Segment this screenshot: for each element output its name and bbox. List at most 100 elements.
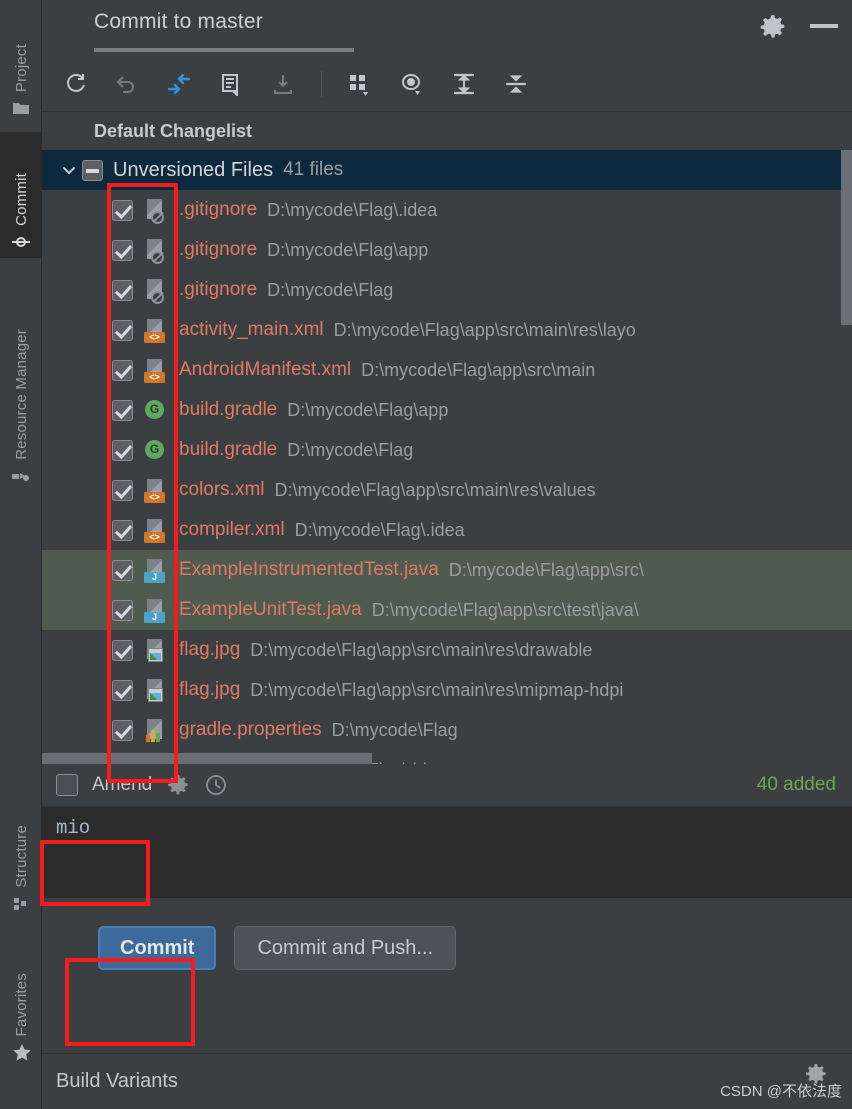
file-xml-icon: <> (143, 517, 169, 543)
file-checkbox[interactable] (112, 199, 133, 221)
sidebar-tab-label: Structure (12, 825, 30, 888)
bottom-status-bar: Build Variants CSDN @不依法度 (42, 1053, 852, 1109)
file-name: .gitignore (179, 279, 258, 300)
commit-dialog-window: Project Commit Resource Manager Structur… (0, 0, 852, 1109)
table-row[interactable]: <> activity_main.xml D:\mycode\Flag\app\… (42, 310, 852, 350)
tree-vertical-scrollbar-thumb[interactable] (841, 150, 852, 325)
tool-window-tab-strip: Project Commit Resource Manager Structur… (0, 0, 42, 1109)
file-ignored-icon (143, 197, 169, 224)
group-by-icon[interactable] (341, 65, 379, 103)
file-checkbox[interactable] (112, 639, 133, 661)
file-xml-icon: <> (143, 317, 169, 343)
file-path: D:\mycode\Flag\app\src\main\res\layo (333, 319, 636, 340)
file-path: D:\mycode\Flag (331, 719, 458, 740)
file-ignored-icon (143, 277, 169, 304)
build-variants-label[interactable]: Build Variants (56, 1070, 178, 1093)
added-count-label: 40 added (756, 774, 836, 795)
amend-label: Amend (92, 774, 153, 795)
group-checkbox[interactable] (82, 159, 103, 181)
sidebar-tab-project[interactable]: Project (0, 8, 42, 124)
table-row[interactable]: flag.jpg D:\mycode\Flag\app\src\main\res… (42, 670, 852, 710)
file-java-icon: J (143, 557, 169, 583)
preview-eye-icon[interactable] (393, 65, 431, 103)
file-properties-icon (143, 717, 169, 743)
amend-checkbox[interactable] (56, 774, 78, 796)
table-row[interactable]: G build.gradle D:\mycode\Flag (42, 430, 852, 470)
sidebar-tab-favorites[interactable]: Favorites (0, 928, 42, 1068)
table-row[interactable]: <> colors.xml D:\mycode\Flag\app\src\mai… (42, 470, 852, 510)
file-path: D:\mycode\Flag\app\src\main (361, 359, 596, 380)
sidebar-tab-structure[interactable]: Structure (0, 790, 42, 920)
table-row[interactable]: gradle.properties D:\mycode\Flag (42, 710, 852, 750)
table-row[interactable]: J ExampleInstrumentedTest.java D:\mycode… (42, 550, 852, 590)
tree-horizontal-scrollbar-thumb[interactable] (42, 753, 372, 764)
tree-group-unversioned-files[interactable]: Unversioned Files 41 files (42, 150, 852, 190)
file-path: D:\mycode\Flag (267, 279, 394, 300)
gear-icon[interactable] (166, 773, 190, 797)
commit-message-icon[interactable] (212, 65, 250, 103)
file-checkbox[interactable] (112, 279, 133, 301)
table-row[interactable]: .gitignore D:\mycode\Flag\.idea (42, 190, 852, 230)
commit-message-input[interactable]: mio (42, 806, 852, 898)
resource-manager-icon (12, 467, 30, 485)
file-path: D:\mycode\Flag\app (267, 239, 429, 260)
file-path: D:\mycode\Flag\.idea (267, 199, 438, 220)
file-checkbox[interactable] (112, 399, 133, 421)
expand-all-icon[interactable] (445, 65, 483, 103)
file-path: D:\mycode\Flag\.idea (294, 519, 465, 540)
commit-and-push-button[interactable]: Commit and Push... (234, 926, 457, 970)
file-xml-icon: <> (143, 477, 169, 503)
gear-icon[interactable] (760, 14, 786, 40)
file-checkbox[interactable] (112, 319, 133, 341)
file-name: flag.jpg (179, 639, 241, 660)
commit-button[interactable]: Commit (98, 926, 217, 970)
file-checkbox[interactable] (112, 719, 133, 741)
file-name: colors.xml (179, 479, 265, 500)
table-row[interactable]: G build.gradle D:\mycode\Flag\app (42, 390, 852, 430)
show-diff-icon[interactable] (160, 65, 198, 103)
table-row[interactable]: <> compiler.xml D:\mycode\Flag\.idea (42, 510, 852, 550)
file-checkbox[interactable] (112, 599, 133, 621)
file-checkbox[interactable] (112, 239, 133, 261)
file-path: D:\mycode\Flag\app (287, 399, 449, 420)
rollback-icon[interactable] (108, 65, 146, 103)
file-xml-icon: <> (143, 357, 169, 383)
file-name: flag.jpg (179, 679, 241, 700)
file-checkbox[interactable] (112, 679, 133, 701)
file-image-icon (143, 637, 169, 663)
sidebar-tab-resource-manager[interactable]: Resource Manager (0, 272, 42, 492)
clock-history-icon[interactable] (204, 773, 228, 797)
file-checkbox[interactable] (112, 439, 133, 461)
file-name: activity_main.xml (179, 319, 324, 340)
changed-files-tree[interactable]: Unversioned Files 41 files .gitignore D:… (42, 150, 852, 764)
commit-message-value: mio (56, 817, 91, 839)
update-project-icon[interactable] (264, 65, 302, 103)
file-checkbox[interactable] (112, 559, 133, 581)
table-row[interactable]: .gitignore D:\mycode\Flag (42, 270, 852, 310)
sidebar-tab-commit[interactable]: Commit (0, 132, 42, 258)
sidebar-tab-label: Project (12, 43, 30, 92)
file-checkbox[interactable] (112, 359, 133, 381)
table-row[interactable]: flag.jpg D:\mycode\Flag\app\src\main\res… (42, 630, 852, 670)
tree-vertical-scrollbar[interactable] (841, 150, 852, 764)
file-name: AndroidManifest.xml (179, 359, 352, 380)
amend-bar: Amend 40 added (42, 764, 852, 806)
chevron-down-icon[interactable] (56, 157, 82, 183)
table-row[interactable]: J ExampleUnitTest.java D:\mycode\Flag\ap… (42, 590, 852, 630)
file-checkbox[interactable] (112, 519, 133, 541)
star-icon (12, 1043, 31, 1061)
toolbar-separator (321, 70, 322, 97)
file-ignored-icon (143, 237, 169, 264)
file-checkbox[interactable] (112, 479, 133, 501)
refresh-icon[interactable] (56, 65, 94, 103)
table-row[interactable]: .gitignore D:\mycode\Flag\app (42, 230, 852, 270)
file-name: compiler.xml (179, 519, 285, 540)
file-path: D:\mycode\Flag\app\src\main\res\values (274, 479, 596, 500)
dialog-button-bar: Commit Commit and Push... (42, 898, 852, 998)
tree-horizontal-scrollbar[interactable] (42, 753, 852, 764)
title-underline (94, 48, 354, 52)
table-row[interactable]: <> AndroidManifest.xml D:\mycode\Flag\ap… (42, 350, 852, 390)
minimize-icon[interactable] (810, 24, 838, 28)
collapse-all-icon[interactable] (497, 65, 535, 103)
file-java-icon: J (143, 597, 169, 623)
